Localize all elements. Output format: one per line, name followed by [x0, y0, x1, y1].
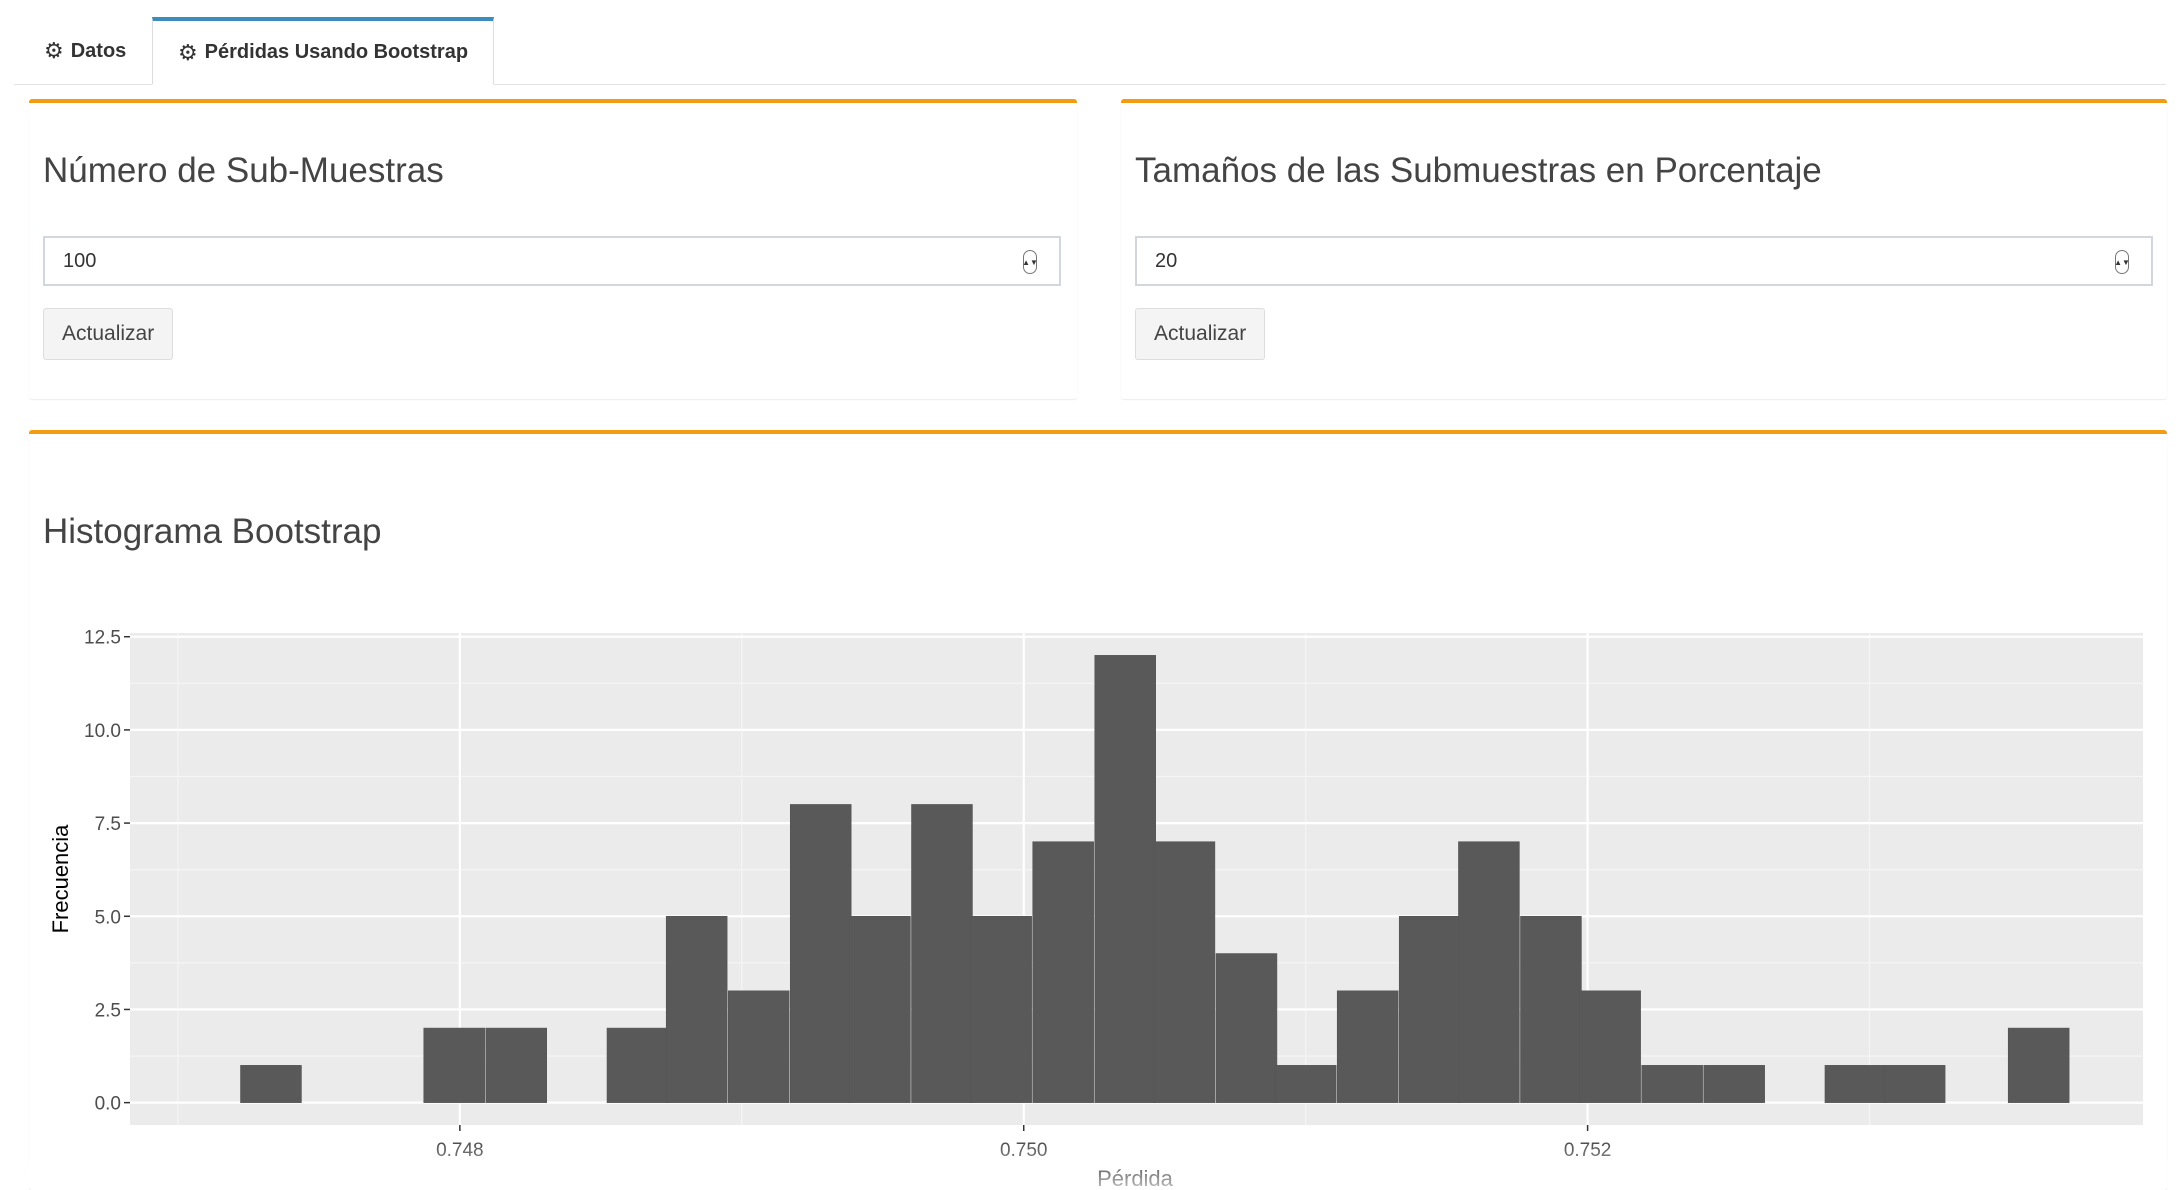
- x-tick-label: 0.750: [1000, 1140, 1048, 1161]
- histogram-bar: [1398, 915, 1461, 1103]
- histogram-bar: [1153, 841, 1216, 1103]
- histogram-bar: [240, 1065, 302, 1103]
- y-axis: 0.0 2.5 5.0 7.5 10.0 12.5: [84, 628, 130, 1115]
- histogram-bar: [849, 915, 911, 1103]
- y-tick-label: 5.0: [95, 907, 121, 928]
- x-axis-label: Pérdida: [1097, 1166, 1174, 1186]
- y-tick-label: 7.5: [95, 814, 121, 835]
- histogram-bar: [1336, 990, 1399, 1103]
- histogram-bar: [789, 804, 852, 1103]
- histogram-bar: [1274, 1065, 1337, 1103]
- y-tick-label: 12.5: [84, 628, 121, 649]
- histogram-bar: [1883, 1065, 1946, 1103]
- histogram-bar: [423, 1027, 485, 1103]
- y-tick-label: 0.0: [95, 1094, 121, 1115]
- y-tick-label: 2.5: [95, 1000, 121, 1021]
- x-axis: 0.748 0.750 0.752: [436, 1125, 1611, 1161]
- histogram-bar: [1458, 841, 1520, 1103]
- histogram-bar: [911, 804, 973, 1103]
- histogram-bar: [1032, 841, 1094, 1103]
- y-axis-label: Frecuencia: [48, 824, 73, 934]
- histogram-bar: [970, 915, 1032, 1103]
- histogram-bar: [1824, 1065, 1887, 1103]
- histogram-bar: [1094, 655, 1156, 1103]
- histogram-bar: [2007, 1027, 2070, 1103]
- histogram-bar: [1215, 953, 1278, 1103]
- histogram-bar: [665, 915, 728, 1103]
- histogram-bar: [1579, 990, 1641, 1103]
- histogram-bar: [1520, 915, 1582, 1103]
- histogram-bar: [485, 1027, 547, 1103]
- histogram-bar: [727, 990, 790, 1103]
- x-tick-label: 0.748: [436, 1140, 484, 1161]
- histogram-bar: [1641, 1065, 1703, 1103]
- y-tick-label: 10.0: [84, 721, 121, 742]
- histogram-bar: [606, 1027, 669, 1103]
- histogram-bar: [1703, 1065, 1765, 1103]
- histogram-chart: 0.0 2.5 5.0 7.5 10.0 12.5 0.748 0.750 0.752 Fre…: [48, 628, 2143, 1186]
- x-tick-label: 0.752: [1564, 1140, 1612, 1161]
